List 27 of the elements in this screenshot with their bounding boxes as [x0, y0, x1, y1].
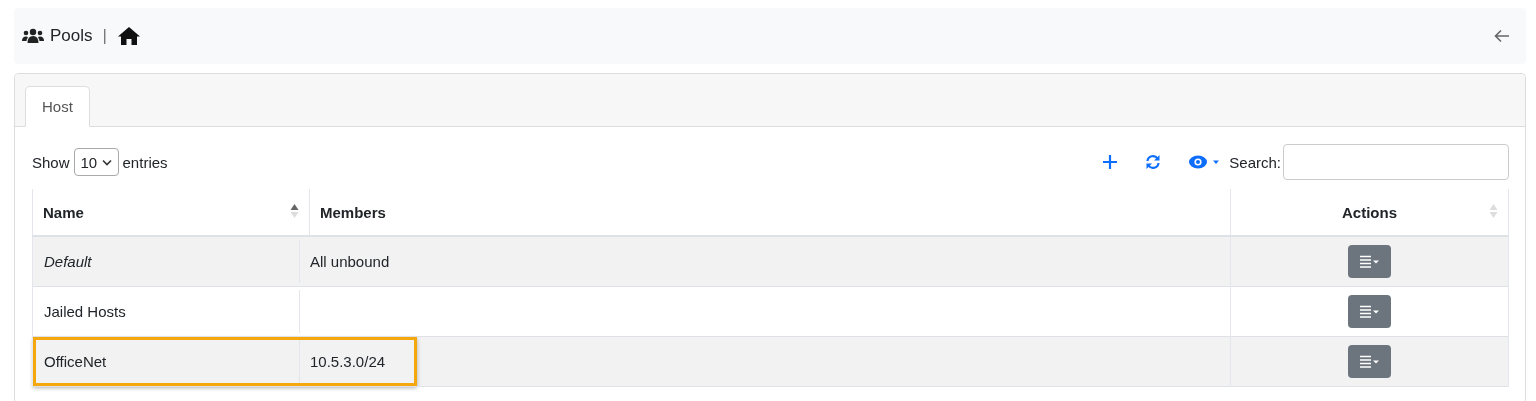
entries-select[interactable]: 10 [73, 148, 119, 176]
actions-menu-button[interactable] [1348, 245, 1391, 278]
table-cell: OfficeNet [44, 353, 107, 370]
table-cell: 10.5.3.0/24 [310, 353, 386, 370]
table-cell: Default [44, 253, 92, 270]
list-caret-icon [1359, 304, 1380, 319]
page-title[interactable]: Pools [50, 26, 93, 46]
show-label: Show [32, 153, 70, 171]
chevron-down-icon [101, 158, 112, 166]
eye-dropdown-icon[interactable] [1189, 155, 1220, 169]
back-arrow-icon[interactable] [1494, 29, 1510, 43]
search-field[interactable] [1283, 144, 1509, 180]
actions-menu-button[interactable] [1348, 345, 1391, 378]
entries-label: entries [122, 153, 168, 171]
list-caret-icon [1359, 254, 1380, 269]
users-icon [22, 28, 44, 44]
tab[interactable]: Host [25, 86, 90, 127]
breadcrumb-separator: | [102, 26, 107, 46]
table-cell: All unbound [310, 253, 390, 270]
refresh-icon[interactable] [1145, 154, 1162, 170]
table-cell: Jailed Hosts [44, 303, 126, 320]
search-label: Search: [1229, 153, 1281, 171]
sort-icon[interactable] [290, 203, 299, 219]
home-icon[interactable] [116, 26, 141, 46]
actions-menu-button[interactable] [1348, 295, 1391, 328]
list-caret-icon [1359, 354, 1380, 369]
add-icon[interactable] [1103, 155, 1118, 169]
